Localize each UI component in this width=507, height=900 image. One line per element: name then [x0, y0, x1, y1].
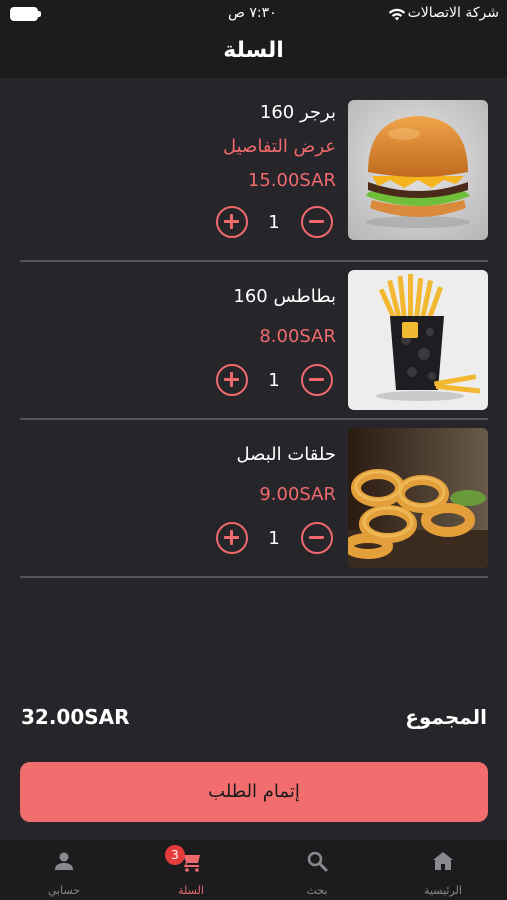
burger-image [348, 100, 488, 240]
quantity-value: 1 [268, 528, 280, 549]
status-time: ٧:٣٠ ص [228, 5, 277, 21]
increase-quantity-button[interactable] [216, 364, 248, 396]
item-name: حلقات البصل [236, 444, 336, 465]
nav-item-search[interactable]: بحث [267, 840, 367, 900]
fries-image [348, 270, 488, 410]
item-name: بطاطس 160 [233, 286, 336, 307]
nav-label: الرئيسية [424, 884, 462, 897]
item-name: برجر 160 [259, 102, 336, 123]
home-icon [433, 852, 453, 870]
decrease-quantity-button[interactable] [301, 206, 333, 238]
battery-tip [38, 11, 41, 17]
page-title: السلة [223, 38, 284, 63]
wifi-icon [388, 8, 406, 21]
cart-item: برجر 160 عرض التفاصيل 15.00SAR 1 [20, 100, 488, 242]
increase-quantity-button[interactable] [216, 522, 248, 554]
nav-label: بحث [306, 884, 328, 897]
divider [20, 260, 488, 262]
status-bar: ٧:٣٠ ص شركة الاتصالات [0, 0, 507, 30]
decrease-quantity-button[interactable] [301, 364, 333, 396]
item-price: 9.00SAR [259, 484, 336, 505]
onion-rings-image [348, 428, 488, 568]
item-price: 8.00SAR [259, 326, 336, 347]
checkout-button[interactable]: إتمام الطلب [20, 762, 488, 822]
nav-item-account[interactable]: حسابي [14, 840, 114, 900]
view-details-link[interactable]: عرض التفاصيل [223, 136, 336, 157]
quantity-value: 1 [268, 212, 280, 233]
item-price: 15.00SAR [247, 170, 336, 191]
search-icon [307, 851, 328, 872]
cart-count-badge: 3 [165, 845, 185, 865]
header: السلة [0, 30, 507, 78]
person-icon [55, 852, 73, 870]
cart-item: بطاطس 160 8.00SAR 1 [20, 270, 488, 412]
total-label: المجموع [405, 705, 487, 729]
nav-item-cart[interactable]: 3 السلة [141, 840, 241, 900]
bottom-nav: الرئيسية بحث 3 السلة حسابي [0, 840, 507, 900]
increase-quantity-button[interactable] [216, 206, 248, 238]
quantity-value: 1 [268, 370, 280, 391]
decrease-quantity-button[interactable] [301, 522, 333, 554]
carrier-name: شركة الاتصالات [407, 5, 499, 21]
nav-item-home[interactable]: الرئيسية [393, 840, 493, 900]
cart-item: حلقات البصل 9.00SAR 1 [20, 428, 488, 570]
total-price: 32.00SAR [21, 705, 130, 729]
divider [20, 418, 488, 420]
nav-label: حسابي [47, 884, 81, 897]
divider [20, 576, 488, 578]
battery-icon [10, 7, 38, 21]
nav-label: السلة [178, 884, 204, 897]
